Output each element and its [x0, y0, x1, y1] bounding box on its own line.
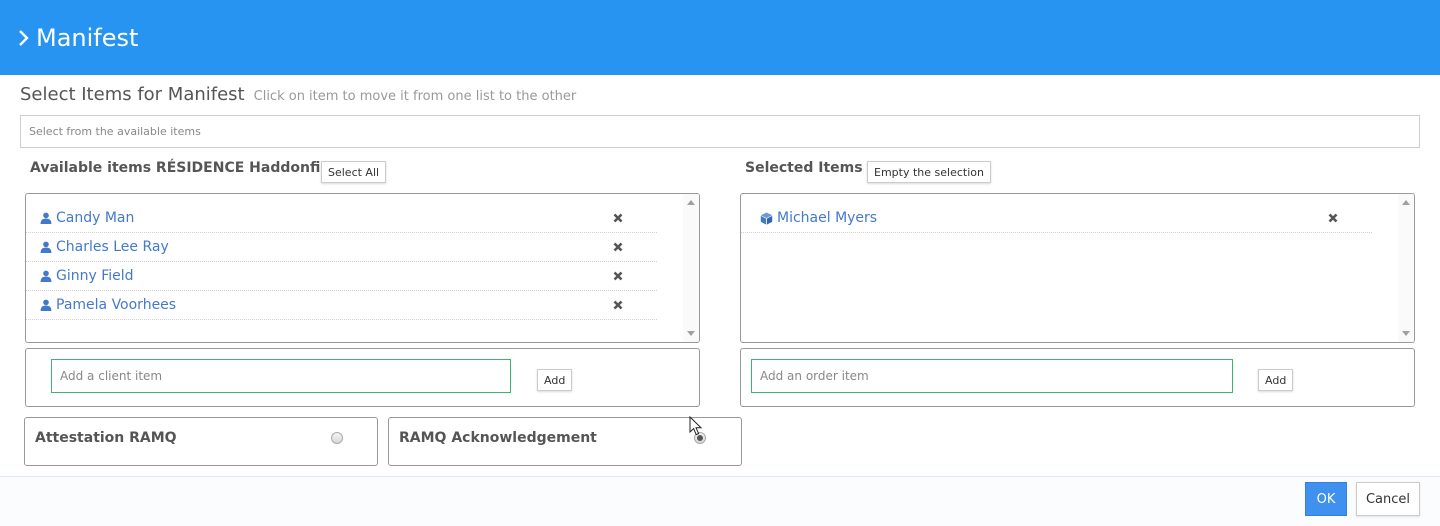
ramq-acknowledgement-radio[interactable]: [694, 432, 706, 444]
attestation-ramq-radio[interactable]: [331, 432, 343, 444]
available-items-search-input[interactable]: [20, 115, 1420, 148]
item-name: Candy Man: [56, 210, 135, 226]
option-label: Attestation RAMQ: [35, 430, 177, 446]
list-item[interactable]: Candy Man: [26, 204, 657, 233]
select-all-button[interactable]: Select All: [321, 161, 387, 183]
section-heading: Select Items for Manifest Click on item …: [20, 84, 576, 106]
section-hint: Click on item to move it from one list t…: [253, 89, 577, 104]
item-name: Charles Lee Ray: [56, 239, 169, 255]
add-client-item-button[interactable]: Add: [537, 369, 573, 391]
option-label: RAMQ Acknowledgement: [399, 430, 597, 446]
scrollbar[interactable]: [683, 194, 699, 342]
selected-items-list: Michael Myers: [740, 193, 1415, 343]
user-icon: [39, 211, 53, 225]
cube-icon: [759, 211, 773, 225]
item-name: Michael Myers: [777, 210, 878, 226]
user-icon: [39, 240, 53, 254]
attestation-ramq-option[interactable]: Attestation RAMQ: [24, 417, 378, 466]
add-order-item-input[interactable]: [751, 359, 1233, 393]
ramq-acknowledgement-option[interactable]: RAMQ Acknowledgement: [388, 417, 742, 466]
remove-icon[interactable]: [612, 270, 624, 282]
user-icon: [39, 298, 53, 312]
selected-items-label: Selected Items: [745, 160, 863, 176]
list-item[interactable]: Michael Myers: [741, 204, 1372, 233]
remove-icon[interactable]: [612, 241, 624, 253]
cancel-button[interactable]: Cancel: [1356, 482, 1420, 516]
dialog-footer: [0, 476, 1440, 526]
add-client-item-input[interactable]: [51, 359, 511, 393]
item-name: Pamela Voorhees: [56, 297, 177, 313]
available-items-label: Available items RÉSIDENCE Haddonfield: [30, 160, 345, 176]
dialog-header: Manifest: [0, 0, 1440, 75]
scroll-down-icon[interactable]: [687, 331, 695, 336]
section-title: Select Items for Manifest: [20, 84, 245, 105]
scroll-down-icon[interactable]: [1402, 331, 1410, 336]
add-order-item-panel: Add: [740, 348, 1415, 407]
ok-button[interactable]: OK: [1305, 482, 1347, 516]
remove-icon[interactable]: [1327, 212, 1339, 224]
remove-icon[interactable]: [612, 212, 624, 224]
user-icon: [39, 269, 53, 283]
scrollbar[interactable]: [1398, 194, 1414, 342]
scroll-up-icon[interactable]: [687, 200, 695, 205]
dialog-title: Manifest: [36, 23, 139, 52]
list-item[interactable]: Charles Lee Ray: [26, 233, 657, 262]
available-items-list: Candy Man Charles Lee Ray Ginny Field Pa…: [25, 193, 700, 343]
add-order-item-button[interactable]: Add: [1258, 369, 1294, 391]
list-item[interactable]: Ginny Field: [26, 262, 657, 291]
add-client-item-panel: Add: [25, 348, 700, 407]
remove-icon[interactable]: [612, 299, 624, 311]
empty-selection-button[interactable]: Empty the selection: [867, 161, 991, 183]
chevron-right-icon[interactable]: [18, 29, 30, 47]
item-name: Ginny Field: [56, 268, 134, 284]
list-item[interactable]: Pamela Voorhees: [26, 291, 657, 320]
scroll-up-icon[interactable]: [1402, 200, 1410, 205]
